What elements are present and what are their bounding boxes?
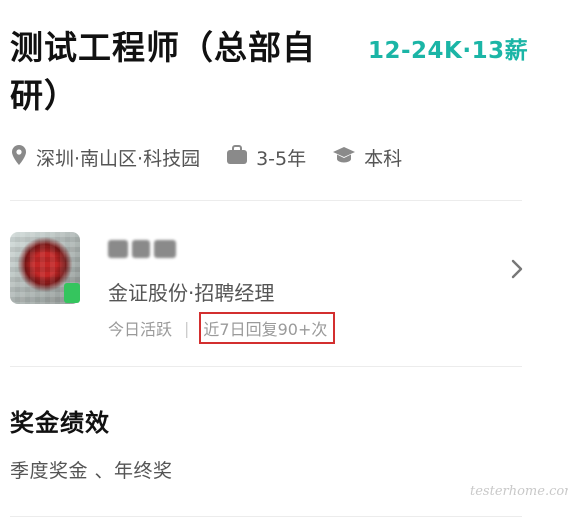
job-detail-page: 测试工程师（总部自研） 12-24K·13薪 深圳·南山区·科技园 3-5年 本… <box>0 0 568 519</box>
recruiter-name-blurred <box>108 238 184 260</box>
job-location-text: 深圳·南山区·科技园 <box>36 147 201 170</box>
job-location: 深圳·南山区·科技园 <box>10 144 200 171</box>
job-education: 本科 <box>332 144 402 171</box>
recruiter-company-role: 金证股份·招聘经理 <box>108 281 275 305</box>
salary: 12-24K·13薪 <box>368 38 529 64</box>
chevron-right-icon[interactable] <box>510 258 524 284</box>
watermark: testerhome.com <box>470 484 568 499</box>
divider <box>10 366 522 367</box>
divider <box>10 200 522 201</box>
benefits-title: 奖金绩效 <box>10 409 110 437</box>
divider <box>10 516 522 517</box>
briefcase-icon <box>226 144 256 170</box>
activity-separator: | <box>184 318 190 338</box>
reply-rate-highlight: 近7日回复90+次 <box>199 312 336 344</box>
benefits-items: 季度奖金 、年终奖 <box>10 460 173 482</box>
location-pin-icon <box>10 144 36 171</box>
active-status: 今日活跃 <box>108 320 173 339</box>
job-education-text: 本科 <box>364 147 403 170</box>
job-title: 测试工程师（总部自研） <box>10 28 316 115</box>
job-experience-text: 3-5年 <box>256 147 307 170</box>
recruiter-activity: 今日活跃 | 近7日回复90+次 <box>108 312 336 344</box>
job-experience: 3-5年 <box>226 144 306 171</box>
online-status-dot <box>64 283 80 303</box>
job-meta-row: 深圳·南山区·科技园 3-5年 本科 <box>10 142 428 172</box>
graduation-cap-icon <box>332 145 364 170</box>
